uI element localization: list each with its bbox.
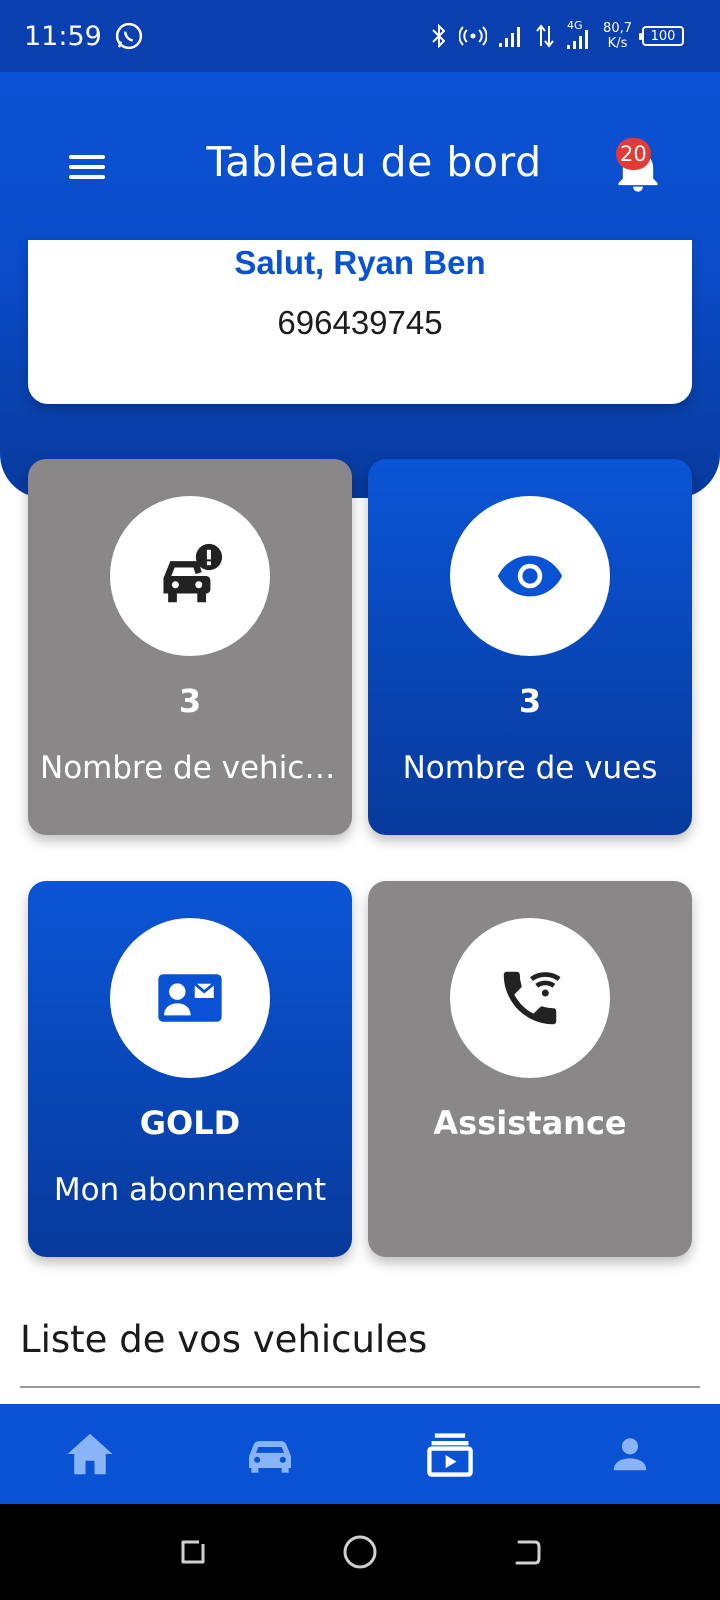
tile-label: Nombre de vues (402, 750, 658, 786)
tile-value: GOLD (139, 1104, 241, 1142)
speed-value: 80,7 (603, 21, 632, 36)
nav-home[interactable] (45, 1414, 135, 1494)
car-alert-icon (163, 543, 223, 603)
signal-icon (499, 27, 521, 47)
tile-icon-circle (450, 918, 610, 1078)
home-icon (67, 1433, 113, 1475)
network-speed: 80,7 K/s (603, 21, 632, 51)
hamburger-line (69, 165, 105, 169)
tile-label: Nombre de vehicules (40, 750, 340, 786)
home-circle-icon[interactable] (341, 1533, 379, 1571)
tile-assistance[interactable]: Assistance (368, 881, 692, 1257)
hamburger-icon (69, 155, 105, 159)
data-arrows-icon (536, 24, 554, 48)
divider (20, 1386, 700, 1388)
battery-icon: 100 (639, 26, 684, 46)
nav-profile[interactable] (585, 1414, 675, 1494)
subscriptions-icon (427, 1433, 473, 1477)
network-label: 4G (567, 19, 583, 32)
car-icon (249, 1441, 291, 1473)
tile-vehicle-count[interactable]: 3 Nombre de vehicules (28, 459, 352, 835)
status-time: 11:59 (24, 20, 102, 52)
system-nav-bar (0, 1504, 720, 1600)
tile-label: Mon abonnement (53, 1172, 327, 1208)
bluetooth-icon (432, 23, 446, 49)
eye-icon (497, 555, 563, 597)
person-icon (613, 1438, 647, 1471)
tile-value: 3 (518, 682, 542, 720)
hamburger-line (69, 175, 105, 179)
greeting-name: Salut, Ryan Ben (234, 244, 486, 281)
tile-icon-circle (110, 496, 270, 656)
hotspot-icon (459, 26, 488, 46)
tile-value: Assistance (433, 1104, 627, 1142)
recents-icon[interactable] (175, 1534, 211, 1570)
notification-badge[interactable]: 20 (616, 138, 651, 170)
tile-view-count[interactable]: 3 Nombre de vues (368, 459, 692, 835)
contact-mail-icon (158, 974, 222, 1022)
phone-wifi-icon (503, 971, 561, 1025)
tile-value: 3 (178, 682, 202, 720)
signal-4g-icon: 4G (565, 19, 593, 51)
tile-icon-circle (450, 496, 610, 656)
status-bar: 11:59 4G 80,7 K/s 100 (0, 0, 720, 72)
page-title: Tableau de bord (206, 138, 542, 186)
whatsapp-icon (115, 22, 142, 50)
menu-button[interactable] (66, 150, 108, 184)
nav-vehicles[interactable] (225, 1414, 315, 1494)
greeting-phone: 696439745 (277, 304, 443, 341)
back-icon[interactable] (509, 1534, 545, 1570)
nav-subscriptions[interactable] (405, 1414, 495, 1494)
battery-level: 100 (650, 28, 676, 44)
tile-icon-circle (110, 918, 270, 1078)
greeting-card: Salut, Ryan Ben 696439745 (28, 240, 692, 404)
vehicle-list-title: Liste de vos vehicules (20, 1318, 428, 1361)
tile-subscription[interactable]: GOLD Mon abonnement (28, 881, 352, 1257)
speed-unit: K/s (607, 36, 628, 51)
bottom-nav (0, 1404, 720, 1504)
